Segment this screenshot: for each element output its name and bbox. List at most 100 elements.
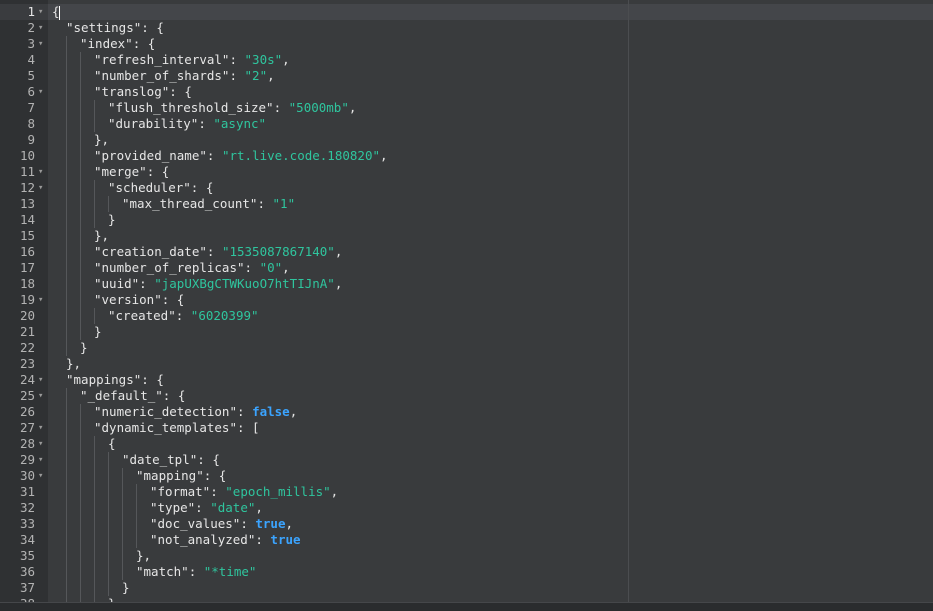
indent-guide — [66, 212, 80, 228]
code-line[interactable]: "provided_name": "rt.live.code.180820", — [52, 148, 927, 164]
json-key: "created" — [108, 308, 176, 323]
line-number: 37 — [19, 580, 35, 595]
code-line[interactable]: } — [52, 580, 927, 596]
code-line[interactable]: "doc_values": true, — [52, 516, 927, 532]
code-line[interactable]: "mappings": { — [52, 372, 927, 388]
code-line[interactable]: "not_analyzed": true — [52, 532, 927, 548]
code-line[interactable]: }, — [52, 356, 927, 372]
indent-guide — [52, 452, 66, 468]
code-line[interactable]: "refresh_interval": "30s", — [52, 52, 927, 68]
fold-chevron-icon[interactable]: ▾ — [38, 420, 43, 436]
code-line[interactable]: } — [52, 324, 927, 340]
code-line[interactable]: } — [52, 212, 927, 228]
code-line[interactable]: "translog": { — [52, 84, 927, 100]
indent-guide — [66, 228, 80, 244]
code-line[interactable]: }, — [52, 132, 927, 148]
indent-guide — [52, 468, 66, 484]
fold-chevron-icon[interactable]: ▾ — [38, 468, 43, 484]
fold-chevron-icon[interactable]: ▾ — [38, 164, 43, 180]
code-line[interactable]: "index": { — [52, 36, 927, 52]
code-line[interactable]: "created": "6020399" — [52, 308, 927, 324]
line-number: 15 — [19, 228, 35, 243]
json-punctuation: : { — [141, 372, 164, 387]
json-punctuation: : { — [203, 468, 227, 483]
fold-chevron-icon[interactable]: ▾ — [38, 436, 43, 452]
json-punctuation: : — [206, 148, 222, 163]
gutter-row: 11 ▾ — [0, 164, 48, 180]
json-string-value: "30s" — [244, 52, 283, 67]
json-punctuation: : — [188, 564, 204, 579]
code-line[interactable]: "merge": { — [52, 164, 927, 180]
fold-chevron-icon[interactable]: ▾ — [38, 180, 43, 196]
indent-guide — [80, 148, 94, 164]
code-line[interactable]: "type": "date", — [52, 500, 927, 516]
code-line[interactable]: "version": { — [52, 292, 927, 308]
indent-guide — [94, 500, 108, 516]
fold-chevron-icon[interactable]: ▾ — [38, 36, 43, 52]
indent-guide — [80, 100, 94, 116]
code-line[interactable]: "format": "epoch_millis", — [52, 484, 927, 500]
code-line[interactable]: "durability": "async" — [52, 116, 927, 132]
code-editor[interactable]: 1 ▾ 2 ▾ 3 ▾ 4 5 6 ▾ 7 8 9 10 11 ▾ 12 ▾ 13 14 15 16 17 18 19 ▾ 20 21… — [0, 0, 933, 611]
indent-guide — [136, 516, 150, 532]
gutter-row: 36 — [0, 564, 48, 580]
indent-guide — [52, 308, 66, 324]
code-line[interactable]: { — [52, 4, 927, 20]
indent-guide — [52, 260, 66, 276]
code-line[interactable]: "creation_date": "1535087867140", — [52, 244, 927, 260]
horizontal-scrollbar[interactable] — [0, 602, 933, 611]
fold-chevron-icon[interactable]: ▾ — [38, 84, 43, 100]
json-punctuation: : — [257, 196, 273, 211]
code-line[interactable]: } — [52, 340, 927, 356]
code-line[interactable]: }, — [52, 548, 927, 564]
code-line[interactable]: "settings": { — [52, 20, 927, 36]
line-number: 26 — [19, 404, 35, 419]
code-line[interactable]: "number_of_shards": "2", — [52, 68, 927, 84]
line-number: 35 — [19, 548, 35, 563]
json-punctuation: , — [255, 500, 263, 515]
code-line[interactable]: "dynamic_templates": [ — [52, 420, 927, 436]
gutter-row: 14 — [0, 212, 48, 228]
json-key: "numeric_detection" — [94, 404, 237, 419]
code-line[interactable]: "date_tpl": { — [52, 452, 927, 468]
code-line[interactable]: "match": "*time" — [52, 564, 927, 580]
indent-guide — [80, 164, 94, 180]
json-punctuation: : — [206, 244, 222, 259]
code-line[interactable]: { — [52, 436, 927, 452]
json-key: "translog" — [94, 84, 170, 99]
code-line[interactable]: "uuid": "japUXBgCTWKuoO7htTIJnA", — [52, 276, 927, 292]
line-number: 9 — [27, 132, 35, 147]
fold-chevron-icon[interactable]: ▾ — [38, 452, 43, 468]
line-number: 3 — [27, 36, 35, 51]
code-line[interactable]: "max_thread_count": "1" — [52, 196, 927, 212]
code-line[interactable]: "_default_": { — [52, 388, 927, 404]
code-line[interactable]: "mapping": { — [52, 468, 927, 484]
line-number: 18 — [19, 276, 35, 291]
indent-guide — [122, 532, 136, 548]
code-line[interactable]: "numeric_detection": false, — [52, 404, 927, 420]
indent-guide — [52, 340, 66, 356]
json-string-value: "epoch_millis" — [225, 484, 331, 499]
indent-guide — [66, 68, 80, 84]
fold-chevron-icon[interactable]: ▾ — [38, 292, 43, 308]
fold-chevron-icon[interactable]: ▾ — [38, 4, 43, 20]
indent-guide — [122, 500, 136, 516]
json-key: "date_tpl" — [122, 452, 198, 467]
code-line[interactable]: }, — [52, 228, 927, 244]
code-line[interactable]: "flush_threshold_size": "5000mb", — [52, 100, 927, 116]
indent-guide — [52, 532, 66, 548]
fold-chevron-icon[interactable]: ▾ — [38, 372, 43, 388]
code-line[interactable]: "scheduler": { — [52, 180, 927, 196]
json-string-value: "async" — [213, 116, 267, 131]
gutter-row: 25 ▾ — [0, 388, 48, 404]
code-line[interactable]: "number_of_replicas": "0", — [52, 260, 927, 276]
code-content[interactable]: {"settings": {"index": {"refresh_interva… — [48, 0, 933, 604]
gutter-row: 10 — [0, 148, 48, 164]
json-punctuation: : { — [162, 388, 186, 403]
indent-guide — [66, 548, 80, 564]
fold-chevron-icon[interactable]: ▾ — [38, 388, 43, 404]
json-key: "durability" — [108, 116, 199, 131]
indent-guide — [66, 116, 80, 132]
fold-chevron-icon[interactable]: ▾ — [38, 20, 43, 36]
line-number: 20 — [19, 308, 35, 323]
